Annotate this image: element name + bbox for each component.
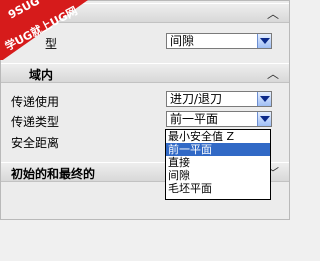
- transfer-type-dropdown-list[interactable]: 最小安全值 Z 前一平面 直接 间隙 毛坯平面: [165, 129, 271, 200]
- safe-distance-label: 安全距离: [11, 136, 60, 150]
- dropdown-option-selected[interactable]: 前一平面: [166, 143, 270, 156]
- chevron-down-icon[interactable]: [257, 34, 271, 48]
- dropdown-option[interactable]: 毛坯平面: [166, 182, 270, 195]
- dropdown-option[interactable]: 间隙: [166, 169, 270, 182]
- transfer-type-select[interactable]: 前一平面: [166, 111, 272, 127]
- chevron-down-icon[interactable]: [257, 112, 271, 126]
- transfer-type-label: 传递类型: [11, 115, 60, 129]
- section-header-region[interactable]: 域内 ︿: [1, 63, 289, 83]
- section-title-region: 域内: [29, 68, 54, 82]
- type-select[interactable]: 间隙: [166, 33, 272, 49]
- chevron-down-icon[interactable]: [257, 92, 271, 106]
- collapse-chevron-icon[interactable]: ︿: [267, 65, 279, 82]
- transfer-use-select[interactable]: 进刀/退刀: [166, 91, 272, 107]
- transfer-use-value: 进刀/退刀: [170, 92, 223, 106]
- transfer-type-value: 前一平面: [170, 112, 219, 126]
- collapse-chevron-icon[interactable]: ︿: [267, 5, 279, 22]
- dropdown-option[interactable]: 最小安全值 Z: [166, 130, 270, 143]
- transfer-use-label: 传递使用: [11, 95, 60, 109]
- type-select-value: 间隙: [170, 34, 195, 48]
- dropdown-option[interactable]: 直接: [166, 156, 270, 169]
- section-title-initial-final: 初始的和最终的: [11, 167, 96, 181]
- watermark-logo: 9SUG 学UG就上UG网: [0, 0, 90, 60]
